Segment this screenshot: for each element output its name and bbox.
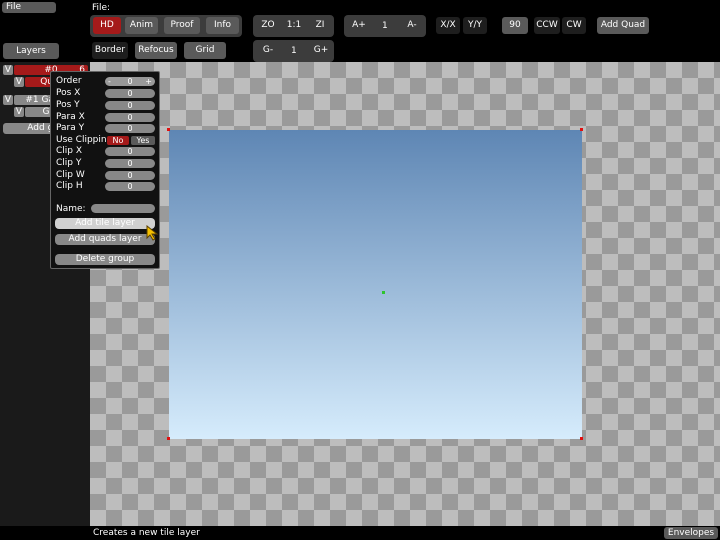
envelopes-button[interactable]: Envelopes	[664, 527, 718, 539]
add-quad-button[interactable]: Add Quad	[597, 17, 649, 34]
pos-x-field[interactable]: 0	[105, 89, 155, 98]
group-1-visibility[interactable]: V	[3, 95, 13, 105]
layer-0-visibility[interactable]: V	[14, 77, 24, 87]
border-button[interactable]: Border	[92, 42, 128, 59]
order-decrease-button[interactable]: -	[108, 77, 111, 86]
use-clipping-label: Use Clipping	[56, 135, 113, 145]
grid-minus-button[interactable]: G-	[256, 42, 280, 59]
quad-corner-bottom-left[interactable]	[167, 437, 170, 440]
gradient-quad[interactable]	[169, 130, 582, 439]
flip-x-button[interactable]: X/X	[436, 17, 460, 34]
delete-group-button[interactable]: Delete group	[55, 254, 155, 265]
hd-button[interactable]: HD	[93, 17, 121, 34]
clip-x-field[interactable]: 0	[105, 147, 155, 156]
anim-button[interactable]: Anim	[125, 17, 158, 34]
zoom-out-button[interactable]: ZO	[256, 17, 280, 34]
anim-slower-button[interactable]: A-	[400, 17, 424, 34]
para-y-field[interactable]: 0	[105, 124, 155, 133]
proof-button[interactable]: Proof	[164, 17, 200, 34]
layer-1-visibility[interactable]: V	[14, 107, 24, 117]
anim-speed-value: 1	[382, 21, 388, 31]
order-label: Order	[56, 76, 82, 86]
mouse-cursor-icon	[146, 225, 159, 241]
rotate-ccw-button[interactable]: CCW	[534, 17, 560, 34]
quad-corner-bottom-right[interactable]	[580, 437, 583, 440]
clip-h-field[interactable]: 0	[105, 182, 155, 191]
anim-faster-button[interactable]: A+	[347, 17, 371, 34]
rotate-cw-button[interactable]: CW	[562, 17, 586, 34]
clip-w-label: Clip W	[56, 170, 85, 180]
add-tile-layer-button[interactable]: Add tile layer	[55, 218, 155, 229]
clip-y-field[interactable]: 0	[105, 159, 155, 168]
group-1-row[interactable]: #1 Ga	[14, 95, 54, 105]
para-y-label: Para Y	[56, 123, 85, 133]
group-0-visibility[interactable]: V	[3, 65, 13, 75]
add-quads-layer-button[interactable]: Add quads layer	[55, 234, 155, 245]
zoom-reset-button[interactable]: 1:1	[282, 17, 306, 34]
name-label: Name:	[56, 204, 86, 214]
grid-factor-value: 1	[291, 46, 297, 56]
quad-center-point[interactable]	[382, 291, 385, 294]
pos-y-field[interactable]: 0	[105, 101, 155, 110]
clip-h-label: Clip H	[56, 181, 83, 191]
grid-button[interactable]: Grid	[184, 42, 226, 59]
zoom-in-button[interactable]: ZI	[308, 17, 332, 34]
clip-w-field[interactable]: 0	[105, 171, 155, 180]
pos-x-label: Pos X	[56, 88, 81, 98]
clipping-no-button[interactable]: No	[107, 136, 129, 145]
quad-corner-top-right[interactable]	[580, 128, 583, 131]
file-menu-button[interactable]: File	[2, 2, 56, 13]
group-properties-popup: Order - 0 + Pos X 0 Pos Y 0 Para X 0 Par…	[50, 71, 160, 269]
clip-x-label: Clip X	[56, 146, 83, 156]
order-increase-button[interactable]: +	[145, 77, 152, 86]
refocus-button[interactable]: Refocus	[135, 42, 177, 59]
info-button[interactable]: Info	[206, 17, 239, 34]
layers-tab[interactable]: Layers	[3, 43, 59, 59]
order-value: 0	[127, 77, 133, 86]
rotation-button[interactable]: 90	[502, 17, 528, 34]
quad-corner-top-left[interactable]	[167, 128, 170, 131]
clipping-yes-button[interactable]: Yes	[131, 136, 155, 145]
name-field[interactable]	[91, 204, 155, 213]
pos-y-label: Pos Y	[56, 100, 80, 110]
para-x-field[interactable]: 0	[105, 113, 155, 122]
clip-y-label: Clip Y	[56, 158, 82, 168]
grid-plus-button[interactable]: G+	[309, 42, 333, 59]
flip-y-button[interactable]: Y/Y	[463, 17, 487, 34]
file-label: File:	[92, 3, 111, 13]
status-text: Creates a new tile layer	[93, 528, 200, 538]
para-x-label: Para X	[56, 112, 85, 122]
order-field[interactable]: - 0 +	[105, 77, 155, 86]
